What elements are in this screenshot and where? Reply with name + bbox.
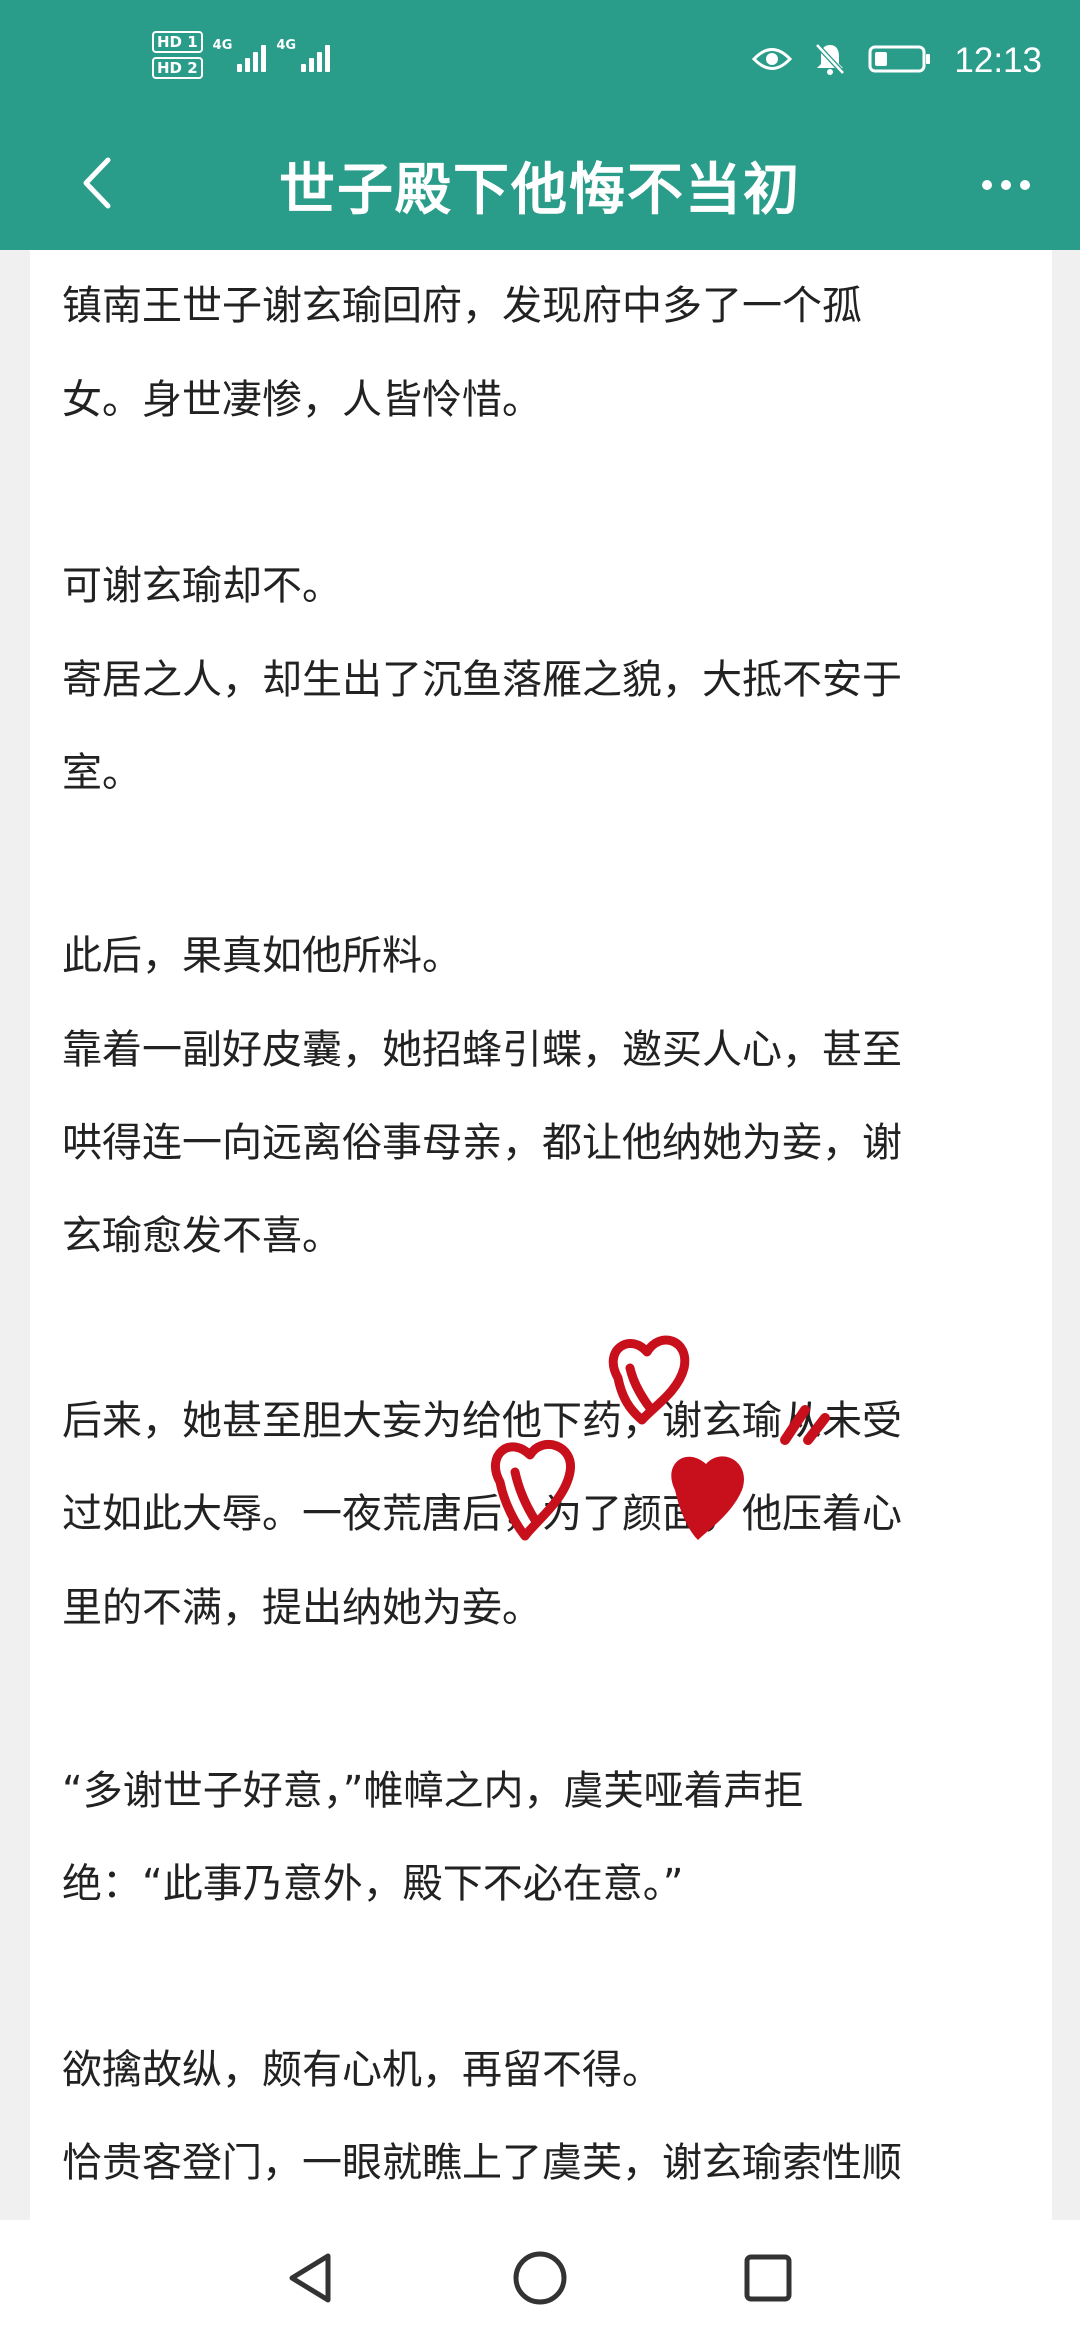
nav-home-button[interactable] [500, 2240, 580, 2320]
text-line: “多谢世子好意，”帷幛之内，虞芙哑着声拒 [62, 1768, 804, 1814]
text-line: 里的不满，提出纳她为妾。 [62, 1585, 542, 1631]
hd1-badge: HD 1 [152, 31, 203, 53]
text-line: 过如此大辱。一夜荒唐后，为了颜面，他压着心 [62, 1491, 902, 1537]
text-line: 室。 [62, 750, 142, 796]
text-line: 靠着一副好皮囊，她招蜂引蝶，邀买人心，甚至 [62, 1027, 902, 1073]
app-header: 世子殿下他悔不当初 [0, 120, 1080, 250]
system-nav-bar [0, 2220, 1080, 2339]
text-line: 绝：“此事乃意外，殿下不必在意。” [62, 1861, 684, 1907]
status-time: 12:13 [954, 41, 1042, 80]
text-line: 可谢玄瑜却不。 [62, 563, 342, 609]
text-line: 此后，果真如他所料。 [62, 933, 462, 979]
back-button[interactable] [78, 145, 138, 225]
page-title: 世子殿下他悔不当初 [279, 157, 801, 223]
text-line: 哄得连一向远离俗事母亲，都让他纳她为妾，谢 [62, 1120, 902, 1166]
hd-badges: HD 1 HD 2 [152, 31, 203, 79]
eye-icon [752, 46, 793, 76]
text-line: 镇南王世子谢玄瑜回府，发现府中多了一个孤 [62, 283, 862, 329]
more-dots-icon [981, 176, 1031, 195]
status-right: 12:13 [752, 34, 1042, 88]
nav-back-button[interactable] [270, 2240, 350, 2320]
text-line: 寄居之人，却生出了沉鱼落雁之貌，大抵不安于 [62, 657, 902, 703]
more-button[interactable] [976, 155, 1036, 215]
hd2-badge: HD 2 [152, 57, 203, 79]
battery-icon [868, 44, 932, 78]
recents-square-icon [742, 2252, 794, 2308]
home-circle-icon [512, 2250, 568, 2310]
text-line: 欲擒故纵，颇有心机，再留不得。 [62, 2047, 662, 2093]
status-bar: HD 1 HD 2 4G 4G 12:13 [0, 0, 1080, 120]
text-line: 玄瑜愈发不喜。 [62, 1213, 342, 1259]
sim-indicators: HD 1 HD 2 4G 4G [152, 30, 331, 80]
bell-off-icon [814, 42, 846, 80]
signal-1-icon: 4G [213, 38, 267, 72]
text-line: 女。身世凄惨，人皆怜惜。 [62, 377, 542, 423]
text-line: 后来，她甚至胆大妄为给他下药，谢玄瑜从未受 [62, 1398, 902, 1444]
chevron-left-icon [78, 156, 114, 214]
signal-2-icon: 4G [276, 38, 331, 72]
reading-page[interactable]: 镇南王世子谢玄瑜回府，发现府中多了一个孤 女。身世凄惨，人皆怜惜。 可谢玄瑜却不… [30, 250, 1052, 2220]
network-type-1: 4G [212, 38, 233, 53]
nav-recents-button[interactable] [728, 2240, 808, 2320]
text-line: 恰贵客登门，一眼就瞧上了虞芙，谢玄瑜索性顺 [62, 2140, 902, 2186]
back-triangle-icon [284, 2250, 336, 2310]
network-type-2: 4G [276, 38, 297, 53]
